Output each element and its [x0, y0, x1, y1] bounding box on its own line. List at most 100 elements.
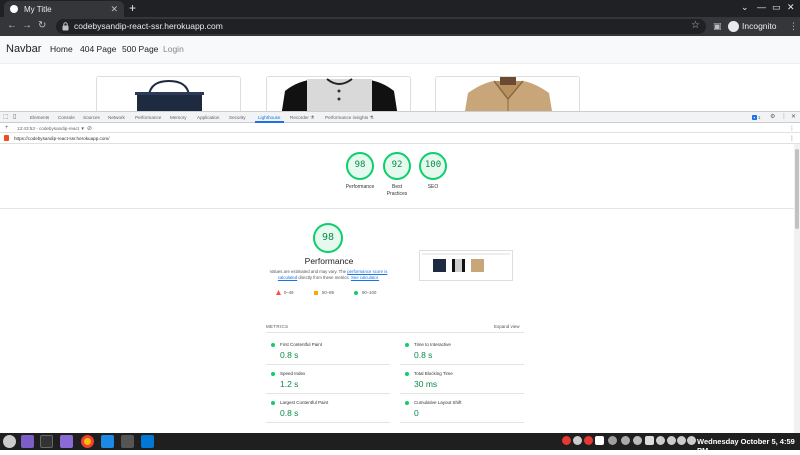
bluetooth-icon[interactable]	[633, 436, 642, 445]
lighthouse-logo-icon	[4, 135, 9, 141]
performance-score-gauge: 98	[313, 223, 343, 253]
final-screenshot-thumbnail[interactable]	[419, 250, 513, 281]
tray-settings-icon[interactable]	[608, 436, 617, 445]
devtools-tab-network[interactable]: Network	[108, 115, 125, 120]
score-label-seo: SEO	[427, 184, 439, 190]
tools-menu-icon[interactable]: ⋮	[789, 135, 795, 142]
reload-icon[interactable]: ↻	[38, 20, 46, 31]
issues-icon[interactable]: ▪	[752, 115, 757, 120]
outlook-app-icon[interactable]	[141, 435, 154, 448]
inspect-icon[interactable]: ⬚	[3, 113, 9, 120]
report-scrollbar[interactable]	[794, 144, 800, 434]
metric-row-divider	[400, 422, 524, 423]
side-panel-icon[interactable]: ▣	[713, 21, 722, 32]
vscode-app-icon[interactable]	[101, 435, 114, 448]
devtools-tab-elements[interactable]: Elements	[30, 115, 49, 120]
maximize-icon[interactable]: ▭	[772, 2, 781, 13]
nav-link-login[interactable]: Login	[163, 44, 184, 54]
metric-tbt-value: 30 ms	[414, 379, 438, 389]
scrollbar-thumb[interactable]	[795, 149, 799, 229]
clear-reports-icon[interactable]: ⊘	[87, 125, 92, 132]
product-card[interactable]	[435, 76, 580, 111]
metric-pass-icon	[271, 343, 275, 347]
tray-app-icon[interactable]	[595, 436, 604, 445]
product-card[interactable]	[96, 76, 241, 111]
metric-lcp-title: Largest Contentful Paint	[280, 400, 329, 405]
tray-screenshot-icon[interactable]	[621, 436, 630, 445]
new-tab-button[interactable]: +	[129, 1, 136, 15]
tray-red-icon[interactable]	[584, 436, 593, 445]
devtools-tab-lighthouse[interactable]: Lighthouse	[258, 115, 280, 120]
start-menu-icon[interactable]	[3, 435, 16, 448]
devtools-tab-performance-insights[interactable]: Performance insights ⚗	[325, 115, 374, 121]
product-grid	[0, 64, 800, 111]
metrics-header: METRICS	[266, 324, 289, 329]
audio-icon[interactable]	[677, 436, 686, 445]
site-navbar: Navbar Home 404 Page 500 Page Login	[0, 36, 800, 64]
score-gauge-seo[interactable]: 100	[419, 152, 447, 180]
devtools-tab-recorder[interactable]: Recorder ⚗	[290, 115, 314, 121]
jacket-image	[436, 77, 579, 111]
product-card[interactable]	[266, 76, 411, 111]
nav-link-home[interactable]: Home	[50, 44, 73, 54]
report-url[interactable]: https://codebysandip-react-ssr.herokuapp…	[14, 136, 110, 141]
nav-link-500[interactable]: 500 Page	[122, 44, 158, 54]
see-calculator-link[interactable]: See calculator.	[351, 275, 379, 280]
pass-circle-icon	[354, 290, 358, 295]
bookmark-star-icon[interactable]: ☆	[691, 20, 700, 31]
score-gauge-best-practices[interactable]: 92	[383, 152, 411, 180]
files-app-icon[interactable]	[21, 435, 34, 448]
incognito-icon[interactable]	[728, 21, 739, 32]
metric-pass-icon	[271, 372, 275, 376]
note-text-1: Values are estimated and may vary. The	[269, 269, 347, 274]
tab-search-icon[interactable]: ⌄	[741, 2, 749, 13]
taskbar-clock[interactable]: Wednesday October 5, 4:59 PM	[697, 437, 800, 455]
metric-tti-value: 0.8 s	[414, 350, 433, 360]
devtools-tab-console[interactable]: Console	[58, 115, 75, 120]
folder-app-icon[interactable]	[60, 435, 73, 448]
score-gauge-performance[interactable]: 98	[346, 152, 374, 180]
devtools-tab-sources[interactable]: Sources	[83, 115, 100, 120]
metric-tti-title: Time to Interactive	[414, 342, 451, 347]
devtools-settings-icon[interactable]: ⚙	[770, 113, 775, 120]
new-report-icon[interactable]: +	[5, 125, 9, 131]
report-menu-icon[interactable]: ⋮	[789, 125, 795, 132]
tray-shield-icon[interactable]	[645, 436, 654, 445]
nav-link-404[interactable]: 404 Page	[80, 44, 116, 54]
chrome-app-icon[interactable]	[81, 435, 94, 448]
devtools-close-icon[interactable]: ✕	[791, 113, 796, 120]
devtools-tab-performance[interactable]: Performance	[135, 115, 161, 120]
notes-app-icon[interactable]	[121, 435, 134, 448]
thumb-jacket	[471, 259, 484, 272]
device-toggle-icon[interactable]: ▯	[13, 113, 16, 120]
devtools-tab-memory[interactable]: Memory	[170, 115, 187, 120]
report-selector[interactable]: 13:43:53 - codebysandip-react ▼	[17, 126, 85, 131]
network-icon[interactable]	[667, 436, 676, 445]
tray-check-icon[interactable]	[656, 436, 665, 445]
bag-image	[97, 77, 240, 111]
devtools-tab-security[interactable]: Security	[229, 115, 246, 120]
chrome-menu-icon[interactable]: ⋮	[789, 21, 798, 32]
metric-row-divider	[400, 393, 524, 394]
tray-clock-icon[interactable]	[573, 436, 582, 445]
tray-record-icon[interactable]	[562, 436, 571, 445]
window-close-icon[interactable]: ✕	[787, 2, 795, 13]
browser-tab[interactable]: My Title ✕	[4, 1, 124, 17]
browser-tab-bar: My Title ✕ + ⌄ — ▭ ✕	[0, 0, 800, 17]
expand-view-toggle[interactable]: Expand view	[494, 324, 520, 329]
devtools-more-icon[interactable]: ⋮	[781, 113, 787, 120]
metric-tbt-title: Total Blocking Time	[414, 371, 453, 376]
metric-lcp-value: 0.8 s	[280, 408, 299, 418]
issues-count[interactable]: 1	[758, 115, 761, 120]
terminal-app-icon[interactable]	[40, 435, 53, 448]
tab-close-icon[interactable]: ✕	[110, 4, 118, 15]
address-bar[interactable]: codebysandip-react-ssr.herokuapp.com ☆	[56, 19, 706, 34]
metric-cls-value: 0	[414, 408, 419, 418]
navbar-brand[interactable]: Navbar	[6, 43, 41, 55]
thumb-bag	[433, 259, 446, 272]
forward-icon[interactable]: →	[22, 20, 32, 31]
minimize-icon[interactable]: —	[757, 2, 766, 12]
battery-icon[interactable]	[687, 436, 696, 445]
back-icon[interactable]: ←	[7, 20, 17, 31]
devtools-tab-application[interactable]: Application	[197, 115, 219, 120]
